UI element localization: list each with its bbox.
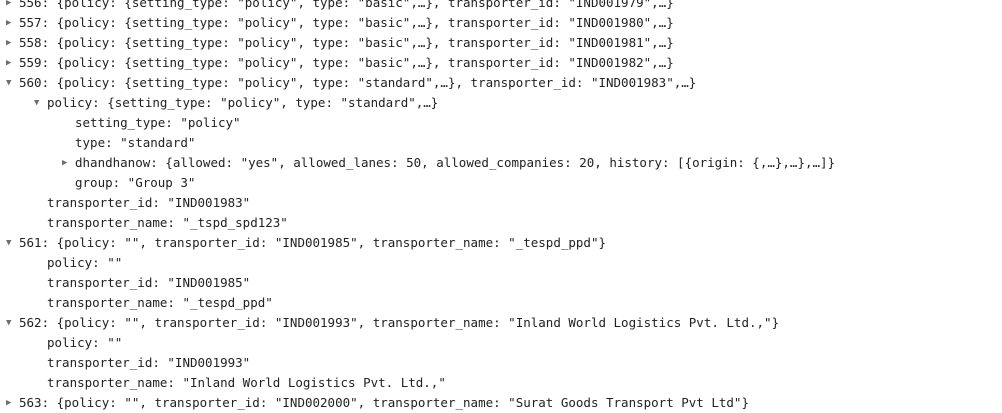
row-text: 558: {policy: {setting_type: "policy", t… xyxy=(19,35,674,50)
tree-row-property: policy: "" xyxy=(0,253,1002,273)
tree-row-property: transporter_id: "IND001993" xyxy=(0,353,1002,373)
console-object-tree: ▶ 556: {policy: {setting_type: "policy", … xyxy=(0,0,1002,413)
collapsed-arrow-icon[interactable]: ▶ xyxy=(6,33,19,53)
tree-row-property: transporter_id: "IND001985" xyxy=(0,273,1002,293)
tree-row-expandable[interactable]: ▶ 558: {policy: {setting_type: "policy", … xyxy=(0,33,1002,53)
tree-row-expandable[interactable]: ▶ 559: {policy: {setting_type: "policy", … xyxy=(0,53,1002,73)
tree-row-property: group: "Group 3" xyxy=(0,173,1002,193)
tree-row-property: setting_type: "policy" xyxy=(0,113,1002,133)
tree-row-expandable[interactable]: ▶ dhandhanow: {allowed: "yes", allowed_la… xyxy=(0,153,1002,173)
collapsed-arrow-icon[interactable]: ▶ xyxy=(62,153,75,173)
tree-row-property: transporter_id: "IND001983" xyxy=(0,193,1002,213)
row-text: setting_type: "policy" xyxy=(75,115,241,130)
tree-row-expandable[interactable]: ▶ 556: {policy: {setting_type: "policy", … xyxy=(0,0,1002,13)
row-text: 557: {policy: {setting_type: "policy", t… xyxy=(19,15,674,30)
collapsed-arrow-icon[interactable]: ▶ xyxy=(6,13,19,33)
tree-row-expandable[interactable]: ▶ 563: {policy: "", transporter_id: "IND0… xyxy=(0,393,1002,413)
expanded-arrow-icon[interactable]: ▼ xyxy=(34,93,47,113)
tree-row-expandable[interactable]: ▼ 562: {policy: "", transporter_id: "IND0… xyxy=(0,313,1002,333)
tree-row-property: type: "standard" xyxy=(0,133,1002,153)
tree-row-property: transporter_name: "_tspd_spd123" xyxy=(0,213,1002,233)
tree-row-expandable[interactable]: ▼ 560: {policy: {setting_type: "policy", … xyxy=(0,73,1002,93)
expanded-arrow-icon[interactable]: ▼ xyxy=(6,73,19,93)
row-text: 560: {policy: {setting_type: "policy", t… xyxy=(19,75,697,90)
row-text: policy: "" xyxy=(47,255,123,270)
tree-row-property: transporter_name: "Inland World Logistic… xyxy=(0,373,1002,393)
collapsed-arrow-icon[interactable]: ▶ xyxy=(6,0,19,13)
row-text: 556: {policy: {setting_type: "policy", t… xyxy=(19,0,674,10)
tree-row-expandable[interactable]: ▶ 557: {policy: {setting_type: "policy", … xyxy=(0,13,1002,33)
row-text: transporter_name: "Inland World Logistic… xyxy=(47,375,446,390)
row-text: 561: {policy: "", transporter_id: "IND00… xyxy=(19,235,606,250)
row-text: transporter_name: "_tespd_ppd" xyxy=(47,295,273,310)
tree-row-property: policy: "" xyxy=(0,333,1002,353)
collapsed-arrow-icon[interactable]: ▶ xyxy=(6,393,19,413)
tree-row-property: transporter_name: "_tespd_ppd" xyxy=(0,293,1002,313)
row-text: transporter_name: "_tspd_spd123" xyxy=(47,215,288,230)
row-text: 559: {policy: {setting_type: "policy", t… xyxy=(19,55,674,70)
row-text: policy: "" xyxy=(47,335,123,350)
row-text: transporter_id: "IND001993" xyxy=(47,355,251,370)
expanded-arrow-icon[interactable]: ▼ xyxy=(6,233,19,253)
row-text: 562: {policy: "", transporter_id: "IND00… xyxy=(19,315,780,330)
collapsed-arrow-icon[interactable]: ▶ xyxy=(6,53,19,73)
row-text: transporter_id: "IND001983" xyxy=(47,195,251,210)
tree-row-expandable[interactable]: ▼ 561: {policy: "", transporter_id: "IND0… xyxy=(0,233,1002,253)
row-text: dhandhanow: {allowed: "yes", allowed_lan… xyxy=(75,155,836,170)
row-text: group: "Group 3" xyxy=(75,175,196,190)
tree-row-expandable[interactable]: ▼ policy: {setting_type: "policy", type: … xyxy=(0,93,1002,113)
row-text: policy: {setting_type: "policy", type: "… xyxy=(47,95,439,110)
expanded-arrow-icon[interactable]: ▼ xyxy=(6,313,19,333)
row-text: type: "standard" xyxy=(75,135,196,150)
row-text: transporter_id: "IND001985" xyxy=(47,275,251,290)
